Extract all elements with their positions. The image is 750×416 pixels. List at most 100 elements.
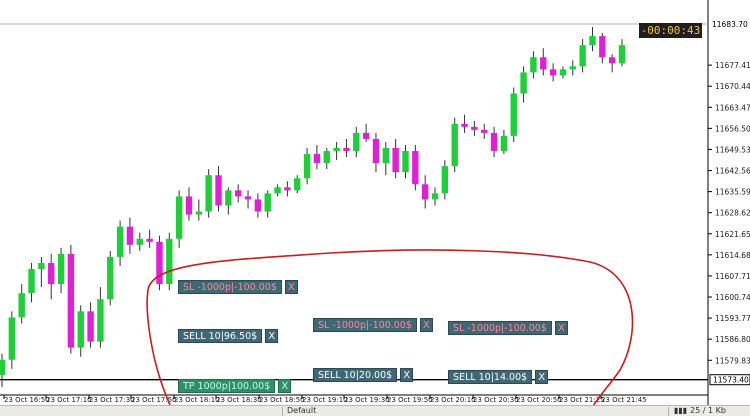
candle-body [530,57,537,73]
y-tick-label: 11593.77 [715,314,750,323]
candle-body [136,238,143,245]
y-tick-label: 11642.56 [715,167,750,176]
candle-body [333,148,340,152]
candle-body [97,299,104,342]
current-price-label: 11573.40 [713,376,749,385]
order-sl-2-label[interactable]: SL -1000p|-100.00$ [313,318,417,332]
x-tick-label: 23 Oct 19:10 [302,396,348,404]
x-tick-label: 23 Oct 16:50 [4,396,50,404]
candle-body [382,148,390,164]
candle-body [569,66,576,70]
y-tick-label: 11614.68 [715,251,750,260]
price-chart[interactable]: 11683.70 11677.41 11670.44 11663.47 11656.50… [0,0,750,415]
order-sell-3-close-button[interactable]: X [535,370,549,384]
candle-body [372,138,380,164]
candle-body [599,36,606,58]
order-sl-2-close-button[interactable]: X [419,318,433,332]
y-tick-label: 11579.83 [715,356,750,365]
x-tick-label: 23 Oct 17:30 [89,396,135,404]
candle-body [362,132,370,139]
candle-body [392,148,399,173]
order-tp-1[interactable]: TP 1000p|100.00$ X [178,379,292,393]
candle-body [303,154,311,179]
candle-body [461,123,468,127]
candle-body [244,196,252,200]
candle-body [225,190,232,206]
candle-body [431,193,439,200]
candle-body [323,151,330,164]
x-tick-label: 23 Oct 20:10 [430,396,476,404]
candle-body [520,72,527,94]
candle-body [8,317,16,360]
order-sell-1-label[interactable]: SELL 10|96.50$ [178,329,263,343]
y-tick-label: 11621.65 [715,230,750,239]
candle-body [205,175,212,212]
candle-body [559,69,567,76]
x-tick-label: 23 Oct 18:50 [259,396,305,404]
candle-body [421,184,429,200]
order-sl-3[interactable]: SL -1000p|-100.00$ X [448,321,568,335]
candle-body [471,126,478,130]
order-sell-2-close-button[interactable]: X [400,368,414,382]
candle-body [313,154,321,164]
order-sell-1[interactable]: SELL 10|96.50$ X [178,329,279,343]
candle-body [618,45,626,64]
order-sell-2-label[interactable]: SELL 10|20.00$ [313,368,398,382]
order-sl-2[interactable]: SL -1000p|-100.00$ X [313,318,433,332]
x-tick-label: 23 Oct 18:30 [216,396,262,404]
candle-body [116,226,124,257]
candle-body [402,151,409,173]
candle-body [87,311,94,342]
order-sell-3[interactable]: SELL 10|14.00$ X [448,370,549,384]
candle-body [215,175,222,206]
order-tp-1-label[interactable]: TP 1000p|100.00$ [178,379,276,393]
candle-body [343,148,350,152]
candle-body [412,151,419,185]
x-tick-label: 23 Oct 20:30 [473,396,519,404]
candle-body [608,57,616,64]
candle-body [28,269,35,294]
y-tick-label: 11635.59 [715,188,750,197]
candle-body [579,45,586,67]
candle-body [57,253,65,285]
y-tick-label: 11586.80 [715,335,750,344]
candle-body [540,57,547,70]
candle-body [294,178,301,191]
candle-body [254,199,262,212]
y-tick-label: 11607.71 [715,272,750,281]
candle-body [185,196,193,215]
candle-body [490,132,498,152]
candle-body [77,311,84,348]
candle-body [234,190,242,197]
y-tick-label: 11670.44 [715,82,750,91]
y-tick-label: 11677.41 [715,61,750,70]
y-tick-label: 11600.74 [715,293,750,302]
x-tick-label: 23 Oct 17:10 [46,396,92,404]
candle-body [549,69,557,76]
order-sell-2[interactable]: SELL 10|20.00$ X [313,368,414,382]
order-sl-3-close-button[interactable]: X [554,321,568,335]
order-tp-1-close-button[interactable]: X [278,379,292,393]
order-sl-1-close-button[interactable]: X [284,280,298,294]
y-tick-label: 11628.62 [715,209,750,218]
candle-body [48,262,55,285]
price-label: 11683.70 [712,20,748,29]
candle-body [195,211,203,215]
candle-body [441,166,449,194]
order-sl-3-label[interactable]: SL -1000p|-100.00$ [448,321,552,335]
order-sl-1[interactable]: SL -1000p|-100.00$ X [178,280,298,294]
y-tick-label: 11649.53 [715,145,750,154]
x-tick-label: 23 Oct 19:50 [387,396,433,404]
candle-body [126,226,134,245]
candle-body [38,262,45,270]
order-sell-1-close-button[interactable]: X [265,329,279,343]
candle-body [589,36,596,46]
candle-body [274,187,281,194]
candle-body [18,293,25,318]
candle-body [284,187,291,191]
order-sell-3-label[interactable]: SELL 10|14.00$ [448,370,533,384]
y-tick-label: 11663.47 [715,103,750,112]
candle-body [451,123,458,167]
candle-body [481,129,488,133]
order-sl-1-label[interactable]: SL -1000p|-100.00$ [178,280,282,294]
